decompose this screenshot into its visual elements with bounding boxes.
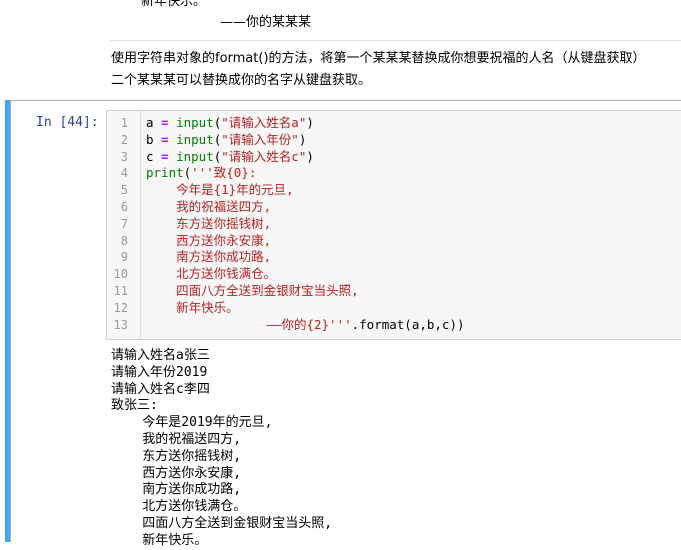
variable: a <box>146 115 154 130</box>
input-prompt: In [44]: <box>36 115 99 130</box>
code-line: 东方送你摇钱树, <box>146 215 272 231</box>
line-number: 7 <box>120 216 128 231</box>
code-line: 我的祝福送四方, <box>146 198 272 214</box>
paren: ) <box>306 115 314 130</box>
output-line: 今年是2019年的元旦, <box>111 415 273 431</box>
paren: ) <box>306 148 314 164</box>
output-line: 请输入姓名a张三 <box>111 348 210 363</box>
output-line: 致张三: <box>111 398 158 414</box>
code-line: ——你的{2}'''.format(a,b,c)) <box>146 316 465 334</box>
code-line: a = input("请输入姓名a") <box>146 115 465 132</box>
builtin-function: input <box>176 148 214 164</box>
output-line: 我的祝福送四方, <box>111 431 242 447</box>
output-line: 新年快乐。 <box>111 532 208 548</box>
markdown-clipped-line: 新年快乐。 <box>141 0 207 9</box>
code-line: 新年快乐。 <box>146 299 239 315</box>
string-literal: '''致{0}: <box>191 165 257 181</box>
code-line: c = input("请输入姓名c") <box>146 149 465 166</box>
output-line: 四面八方全送到金银财宝当头照, <box>111 515 333 531</box>
output-line: 西方送你永安康, <box>111 465 242 481</box>
markdown-signature: ——你的某某某 <box>220 15 312 30</box>
line-number: 4 <box>120 166 128 181</box>
divider <box>110 40 681 41</box>
line-number: 2 <box>120 132 128 147</box>
string-literal: "请输入姓名c" <box>221 148 307 164</box>
instruction-line-2: 二个某某某可以替换成你的名字从键盘获取。 <box>111 73 372 88</box>
output-line: 南方送你成功路, <box>111 482 242 498</box>
operator: = <box>153 115 177 130</box>
code-line: 西方送你永安康, <box>146 232 272 248</box>
line-number: 11 <box>113 283 128 298</box>
line-number: 3 <box>120 149 128 164</box>
line-number: 8 <box>120 233 128 248</box>
operator: = <box>153 148 177 164</box>
output-line: 东方送你摇钱树, <box>111 448 242 464</box>
line-number: 6 <box>120 199 128 214</box>
method-call: .format(a,b,c)) <box>351 316 465 332</box>
line-number-gutter: 1 2 3 4 5 6 7 8 9 10 11 12 13 <box>107 111 141 339</box>
line-number: 10 <box>113 267 128 282</box>
code-line: b = input("请输入年份") <box>146 132 465 149</box>
line-number: 13 <box>113 317 128 332</box>
line-number: 5 <box>120 183 128 198</box>
markdown-instructions: 使用字符串对象的format()的方法，将第一个某某某替换成你想要祝福的人名（从… <box>111 48 681 92</box>
code-line: 今年是{1}年的元旦, <box>146 182 294 198</box>
line-number: 9 <box>120 250 128 265</box>
code-line: 北方送你钱满仓。 <box>146 266 277 282</box>
code-line: 南方送你成功路, <box>146 249 272 265</box>
string-literal: ——你的{2}''' <box>146 316 352 332</box>
line-number: 1 <box>120 116 128 130</box>
builtin-function: input <box>176 131 214 147</box>
code-area[interactable]: a = input("请输入姓名a") b = input("请输入年份") c… <box>146 115 465 333</box>
cell-output: 请输入姓名a张三 请输入年份2019 请输入姓名c李四 致张三: 今年是2019年的元… <box>111 348 332 550</box>
code-line: print('''致{0}: <box>146 165 465 182</box>
builtin-function: print <box>146 165 184 181</box>
string-literal: "请输入姓名a" <box>221 115 307 130</box>
output-line: 北方送你钱满仓。 <box>111 499 247 515</box>
output-line: 请输入姓名c李四 <box>111 381 210 397</box>
variable: b <box>146 131 154 147</box>
builtin-function: input <box>176 115 214 130</box>
variable: c <box>146 148 154 164</box>
string-literal: "请输入年份" <box>221 131 299 147</box>
output-line: 请输入年份2019 <box>111 364 208 380</box>
line-number: 12 <box>113 300 128 315</box>
code-line: 四面八方全送到金银财宝当头照, <box>146 282 359 298</box>
markdown-cell[interactable]: 新年快乐。 ——你的某某某 使用字符串对象的format()的方法，将第一个某某… <box>0 0 681 95</box>
operator: = <box>153 131 177 147</box>
code-editor[interactable]: 1 2 3 4 5 6 7 8 9 10 11 12 13 a = input("请输入姓名a") b … <box>106 110 681 340</box>
paren: ) <box>298 131 307 147</box>
instruction-line-1: 使用字符串对象的format()的方法，将第一个某某某替换成你想要祝福的人名（从… <box>111 51 646 66</box>
code-cell[interactable]: In [44]: 1 2 3 4 5 6 7 8 9 10 11 12 13 a = input("请输… <box>0 98 681 548</box>
